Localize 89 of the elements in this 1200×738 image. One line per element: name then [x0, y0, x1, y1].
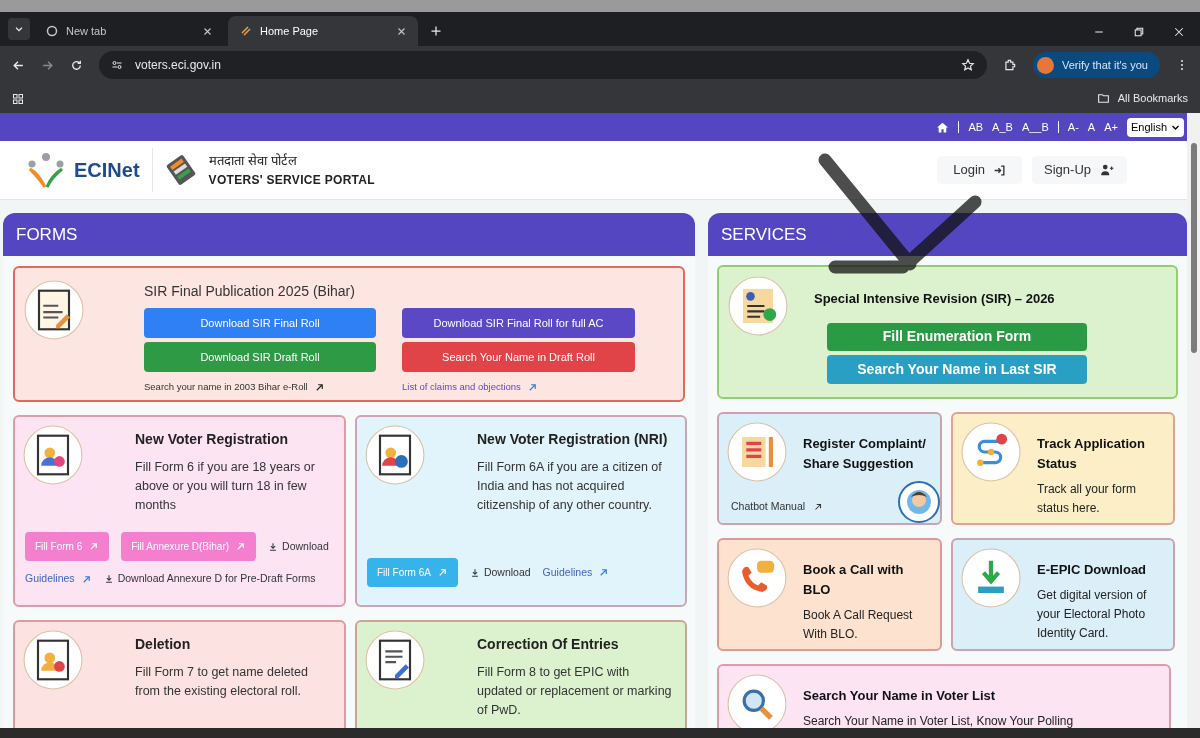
forward-icon[interactable]	[41, 58, 54, 72]
edit-form-icon	[365, 630, 425, 690]
portal-title: मतदाता सेवा पोर्टल	[208, 152, 298, 171]
globe-person-form-icon	[365, 425, 425, 485]
globe-icon	[46, 25, 58, 37]
signup-button[interactable]: Sign-Up	[1032, 156, 1127, 184]
card-title: Track Application Status	[1037, 435, 1146, 473]
card-title: Deletion	[135, 635, 192, 654]
site-info-icon	[111, 59, 123, 71]
card-description: Search Your Name in Voter List, Know Your Polling	[803, 713, 1074, 728]
card-title: Register Complaint/ Share Suggestion	[803, 435, 927, 473]
logo-text: ECINet	[74, 158, 140, 183]
download-icon	[961, 548, 1021, 608]
download-icon	[469, 567, 480, 578]
form-icon	[24, 280, 84, 340]
chatbot-icon[interactable]	[898, 481, 940, 523]
profile-button[interactable]: Verify that it's you	[1033, 52, 1160, 78]
logo-icon	[26, 151, 66, 189]
download-link[interactable]: Download	[469, 564, 531, 581]
browser-tab[interactable]: Home Page	[228, 16, 418, 46]
download-icon	[268, 541, 279, 552]
card-description: Book A Call Request With BLO.	[803, 607, 914, 643]
bookmarks-button[interactable]: All Bookmarks	[1096, 90, 1188, 107]
download-button[interactable]: Download SIR Draft Roll	[144, 342, 376, 372]
download-link[interactable]: Download Annexure D for Pre-Draft Forms	[103, 571, 316, 587]
card-title: Correction Of Entries	[477, 635, 620, 654]
card-description: Track all your form status here.	[1037, 481, 1137, 517]
font-size-link[interactable]: A-	[1067, 118, 1079, 136]
checked-form-icon	[728, 276, 788, 336]
add-person-form-icon	[23, 425, 83, 485]
card-title: Book a Call with BLO	[803, 561, 905, 599]
card-title: Special Intensive Revision (SIR) – 2026	[814, 290, 1056, 308]
card-description: Fill Form 8 to get EPIC with updated or replacement or marking of PwD.	[477, 664, 673, 719]
download-button[interactable]: Search Your Name in Draft Roll	[402, 342, 635, 372]
address-field[interactable]: voters.eci.gov.in	[99, 51, 987, 79]
language-select[interactable]: English	[1126, 117, 1184, 137]
font-size-link[interactable]: A	[1087, 118, 1096, 136]
guidelines-link[interactable]: Guidelines	[542, 564, 610, 581]
phone-icon	[727, 548, 787, 608]
card-description: Fill Form 6A if you are a citizen of India and has not acquired citizenship of any other country.	[477, 459, 663, 514]
download-button[interactable]: Download SIR Final Roll for full AC	[402, 308, 635, 338]
route-icon	[961, 422, 1021, 482]
action-button[interactable]: Fill Enumeration Form	[827, 322, 1087, 352]
extensions-icon[interactable]	[1003, 58, 1017, 72]
close-icon[interactable]	[1174, 27, 1184, 37]
card-title: E-EPIC Download	[1037, 561, 1148, 579]
restore-icon[interactable]	[1134, 27, 1144, 37]
browser-tab[interactable]: New tab	[34, 16, 224, 46]
reload-icon[interactable]	[70, 58, 83, 72]
download-icon	[103, 574, 114, 585]
new-tab-icon[interactable]	[430, 25, 442, 37]
text-style-link[interactable]: A_B	[992, 118, 1013, 136]
remove-person-form-icon	[23, 630, 83, 690]
add-user-icon	[1099, 163, 1115, 177]
card-title: SIR Final Publication 2025 (Bihar)	[144, 282, 356, 301]
close-icon	[203, 26, 212, 36]
site-icon	[240, 25, 252, 37]
chatbot-link[interactable]: Chatbot Manual	[731, 499, 824, 515]
tab-search-button[interactable]	[8, 18, 30, 40]
card-description: Fill Form 7 to get name deleted from the existing electoral roll.	[135, 664, 309, 700]
login-button[interactable]: Login	[937, 156, 1023, 184]
link[interactable]: List of claims and objections	[402, 380, 635, 395]
portal-title: VOTERS' SERVICE PORTAL	[208, 171, 375, 189]
card-title: Search Your Name in Voter List	[803, 687, 997, 705]
back-icon[interactable]	[12, 58, 25, 72]
font-size-link[interactable]: A+	[1104, 118, 1118, 136]
login-icon	[993, 163, 1007, 177]
home-icon[interactable]	[936, 120, 950, 134]
card-title: New Voter Registration (NRI)	[477, 430, 669, 449]
panel-header: FORMS	[3, 213, 695, 256]
card-description: Fill Form 6 if you are 18 years or above or you will turn 18 in few months	[135, 459, 316, 514]
folder-icon	[1096, 92, 1110, 105]
card-description: Get digital version of your Electoral Photo Identity Card.	[1037, 587, 1148, 642]
tab-list-icon	[14, 24, 24, 34]
download-link[interactable]: Download	[268, 538, 329, 555]
guidelines-link[interactable]: Guidelines	[25, 571, 92, 587]
link[interactable]: Search your name in 2003 Bihar e-Roll	[144, 380, 376, 395]
panel-header: SERVICES	[708, 213, 1187, 256]
notepad-icon	[727, 422, 787, 482]
text-style-link[interactable]: AB	[968, 118, 984, 136]
download-button[interactable]: Download SIR Final Roll	[144, 308, 376, 338]
avatar-icon	[1037, 56, 1054, 74]
text-style-link[interactable]: A__B	[1021, 118, 1049, 136]
apps-icon[interactable]	[12, 92, 24, 105]
external-link-icon	[598, 567, 610, 578]
close-icon	[397, 26, 406, 36]
card-title: New Voter Registration	[135, 430, 289, 449]
scrollbar[interactable]	[1187, 113, 1200, 728]
bookmark-star-icon[interactable]	[961, 58, 975, 72]
